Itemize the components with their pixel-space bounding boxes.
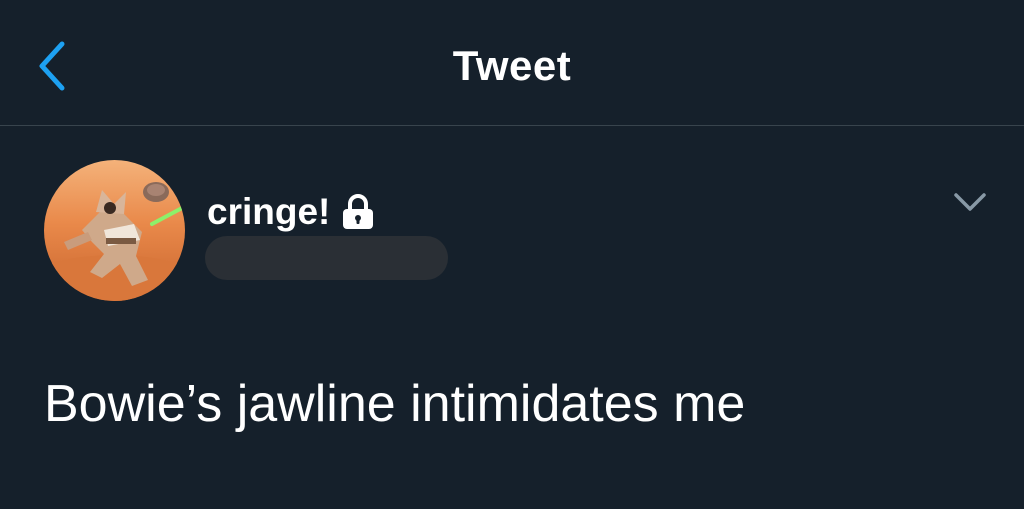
tweet-options-button[interactable] bbox=[950, 187, 990, 217]
tweet-text: Bowie’s jawline intimidates me bbox=[44, 375, 746, 433]
tweet-card: cringe! Bowie’s jawline intimidates me bbox=[0, 127, 1024, 509]
lock-icon bbox=[343, 194, 374, 229]
tweet-detail-screen: Tweet cringe! Bowie’s jawline intimidate… bbox=[0, 0, 1024, 509]
page-title: Tweet bbox=[452, 42, 572, 89]
author-name-row: cringe! bbox=[207, 189, 376, 235]
top-navigation-bar: Tweet bbox=[0, 0, 1024, 126]
avatar[interactable] bbox=[44, 160, 185, 301]
chevron-down-icon bbox=[954, 193, 986, 211]
display-name[interactable]: cringe! bbox=[207, 190, 330, 234]
handle-redacted bbox=[205, 236, 448, 280]
